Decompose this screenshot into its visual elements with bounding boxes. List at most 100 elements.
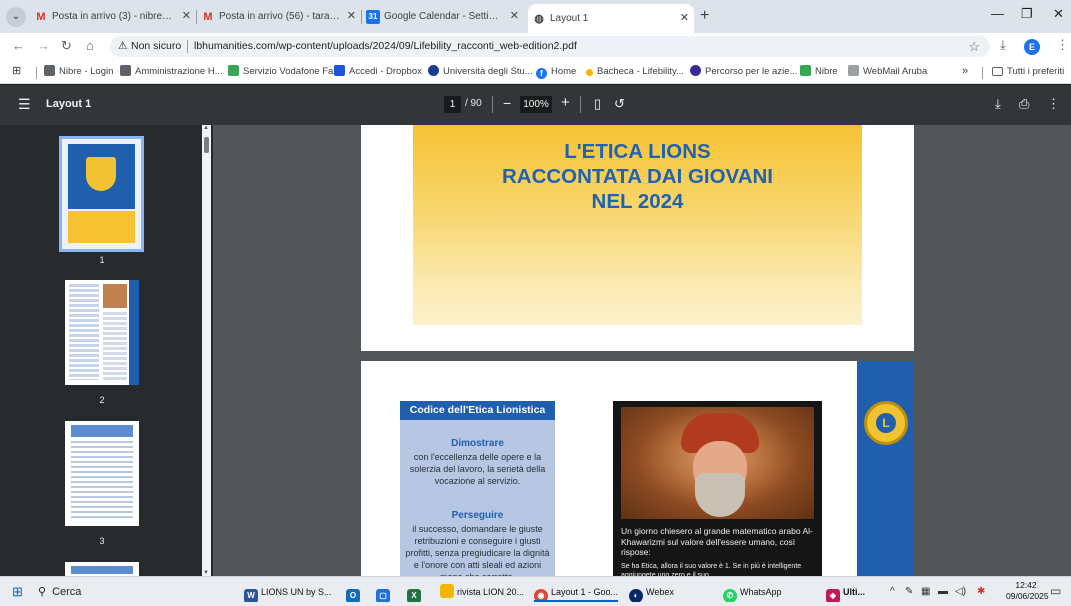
page-number-input[interactable]: 1 bbox=[444, 96, 461, 113]
tab-gmail-1[interactable]: M Posta in arrivo (3) - nibresas@ ✕ bbox=[30, 4, 196, 29]
hamburger-menu-icon[interactable]: ☰ bbox=[18, 97, 31, 111]
taskbar-app-ulti[interactable]: ◆ Ulti... bbox=[826, 582, 876, 602]
facebook-icon: f bbox=[536, 68, 547, 79]
bookmark-universita[interactable]: Università degli Stu... bbox=[428, 65, 533, 79]
bookmark-star-icon[interactable]: ☆ bbox=[968, 36, 980, 57]
battery-icon[interactable]: ▬ bbox=[938, 586, 948, 597]
taskbar-app-whatsapp[interactable]: ✆ WhatsApp bbox=[723, 582, 803, 602]
mathematician-portrait: Un giorno chiesero al grande matematico … bbox=[613, 401, 822, 576]
bookmark-nibre-login[interactable]: Nibre - Login bbox=[44, 65, 113, 79]
forward-arrow-icon[interactable]: → bbox=[37, 38, 50, 54]
scroll-up-icon[interactable]: ▲ bbox=[203, 125, 209, 131]
address-bar[interactable]: ⚠ Non sicuro lbhumanities.com/wp-content… bbox=[110, 36, 990, 57]
dropbox-icon bbox=[334, 65, 345, 76]
print-icon[interactable]: ⎙ bbox=[1019, 96, 1029, 112]
minimize-icon[interactable]: — bbox=[991, 6, 1004, 21]
home-icon[interactable]: ⌂ bbox=[86, 38, 94, 54]
leaf-icon bbox=[848, 65, 859, 76]
tab-calendar[interactable]: 31 Google Calendar - Settimana d ✕ bbox=[362, 4, 524, 29]
tab-strip: ⌄ M Posta in arrivo (3) - nibresas@ ✕ M … bbox=[0, 0, 1071, 33]
bookmark-dropbox[interactable]: Accedi - Dropbox bbox=[334, 65, 422, 79]
tab-gmail-2[interactable]: M Posta in arrivo (56) - taranto.e ✕ bbox=[197, 4, 361, 29]
pdf-toolbar: ☰ Layout 1 1 / 90 − 100% + ▯ ↺ ⤓ ⎙ ⋮ bbox=[0, 85, 1071, 125]
thumbnail-page-1[interactable] bbox=[59, 136, 144, 252]
fit-page-icon[interactable]: ▯ bbox=[594, 96, 601, 112]
close-icon[interactable]: ✕ bbox=[510, 4, 519, 29]
profile-avatar[interactable]: E bbox=[1024, 39, 1040, 55]
zoom-out-button[interactable]: − bbox=[503, 95, 511, 111]
ethics-code-box: Codice dell'Etica Lionistica Dimostrare … bbox=[400, 401, 555, 576]
excel-icon: X bbox=[407, 589, 421, 602]
whatsapp-icon: ✆ bbox=[723, 589, 737, 602]
security-label[interactable]: Non sicuro bbox=[131, 36, 181, 57]
bookmarks-overflow-button[interactable]: » bbox=[962, 64, 968, 78]
warning-icon[interactable]: ⚠ bbox=[118, 36, 127, 57]
toolbar-divider bbox=[580, 96, 581, 113]
close-icon[interactable]: ✕ bbox=[680, 4, 689, 33]
taskbar-app-webex[interactable]: ◐ Webex bbox=[629, 582, 689, 602]
tab-title: Posta in arrivo (56) - taranto.e bbox=[219, 11, 341, 22]
more-options-icon[interactable]: ⋮ bbox=[1047, 96, 1060, 112]
app-icon: ◆ bbox=[826, 589, 840, 602]
thumbnail-header bbox=[71, 566, 133, 574]
tray-overflow-icon[interactable]: ^ bbox=[890, 586, 895, 597]
rotate-icon[interactable]: ↺ bbox=[614, 96, 625, 112]
thumbnail-page-4[interactable] bbox=[65, 562, 139, 576]
back-arrow-icon[interactable]: ← bbox=[12, 38, 25, 54]
thumbnail-page-3[interactable] bbox=[65, 421, 139, 526]
close-window-icon[interactable]: ✕ bbox=[1053, 6, 1064, 22]
notification-center-icon[interactable]: ▭ bbox=[1050, 584, 1061, 598]
thumbnail-header bbox=[71, 425, 133, 437]
bookmark-amministrazione[interactable]: Amministrazione H... bbox=[120, 65, 223, 79]
beard-shape bbox=[695, 473, 745, 517]
taskbar-app-excel[interactable]: X bbox=[407, 582, 425, 602]
taskbar-app-rivista[interactable]: rivista LION 20... bbox=[440, 582, 524, 602]
zoom-in-button[interactable]: + bbox=[561, 94, 570, 111]
download-icon[interactable]: ⤓ bbox=[1000, 37, 1006, 53]
tab-layout-1[interactable]: ◍ Layout 1 ✕ bbox=[528, 4, 694, 33]
tab-search-icon[interactable]: ⌄ bbox=[6, 7, 26, 27]
pen-icon[interactable]: ✎ bbox=[905, 586, 913, 597]
fax-icon bbox=[228, 65, 239, 76]
tab-title: Posta in arrivo (3) - nibresas@ bbox=[52, 11, 176, 22]
bookmark-percorso[interactable]: Percorso per le azie... bbox=[690, 65, 797, 79]
cover-title: L'ETICA LIONS RACCONTATA DAI GIOVANI NEL… bbox=[413, 139, 862, 214]
close-icon[interactable]: ✕ bbox=[347, 4, 356, 29]
close-icon[interactable]: ✕ bbox=[182, 4, 191, 29]
bookmark-vodafone-fax[interactable]: Servizio Vodafone Fax bbox=[228, 65, 338, 79]
dot-icon bbox=[586, 69, 593, 76]
taskbar-app-lions[interactable]: W LIONS UN by S... bbox=[244, 582, 332, 602]
taskbar-app-outlook[interactable]: O bbox=[346, 582, 364, 602]
taskbar-search[interactable]: ⚲ Cerca bbox=[38, 583, 228, 601]
section-text: il successo, domandare le giuste retribu… bbox=[405, 524, 550, 576]
network-icon[interactable]: ▦ bbox=[921, 586, 930, 597]
thumbnail-blue-band bbox=[129, 280, 139, 385]
taskbar-app-calendar[interactable]: ▢ bbox=[376, 582, 394, 602]
tab-title: Layout 1 bbox=[550, 13, 589, 24]
windows-start-icon[interactable]: ⊞ bbox=[12, 585, 23, 599]
reload-icon[interactable]: ↻ bbox=[61, 38, 72, 54]
cover-title-line: L'ETICA LIONS bbox=[564, 140, 711, 163]
zoom-level-input[interactable]: 100% bbox=[520, 96, 552, 113]
bookmark-webmail-aruba[interactable]: WebMail Aruba bbox=[848, 65, 927, 79]
gmail-icon: M bbox=[36, 11, 46, 23]
more-menu-icon[interactable]: ⋮ bbox=[1056, 37, 1069, 53]
bookmark-nibre[interactable]: Nibre bbox=[800, 65, 838, 79]
scrollbar-thumb[interactable] bbox=[204, 137, 209, 153]
notification-app-icon[interactable]: ✱ bbox=[977, 586, 985, 597]
apps-grid-icon[interactable]: ⊞ bbox=[12, 64, 21, 78]
restore-icon[interactable]: ❐ bbox=[1021, 6, 1033, 22]
volume-icon[interactable]: ◁) bbox=[955, 586, 966, 597]
document-viewer[interactable]: L'ETICA LIONS RACCONTATA DAI GIOVANI NEL… bbox=[213, 125, 1071, 576]
bookmark-home[interactable]: f Home bbox=[536, 65, 576, 79]
thumbnail-page-2[interactable] bbox=[65, 280, 139, 385]
download-icon[interactable]: ⤓ bbox=[995, 96, 1001, 112]
section-heading: Dimostrare bbox=[451, 438, 504, 449]
url-text[interactable]: lbhumanities.com/wp-content/uploads/2024… bbox=[194, 36, 577, 57]
all-bookmarks-folder[interactable]: Tutti i preferiti bbox=[992, 65, 1064, 79]
sidebar-scrollbar[interactable]: ▲ ▼ bbox=[202, 125, 211, 576]
system-clock[interactable]: 12:42 09/06/2025 bbox=[1006, 580, 1049, 602]
taskbar-app-chrome[interactable]: ◉ Layout 1 - Goo... bbox=[534, 582, 618, 602]
bookmark-bacheca[interactable]: Bacheca - Lifebility... bbox=[586, 65, 684, 79]
new-tab-button[interactable]: + bbox=[700, 6, 709, 26]
